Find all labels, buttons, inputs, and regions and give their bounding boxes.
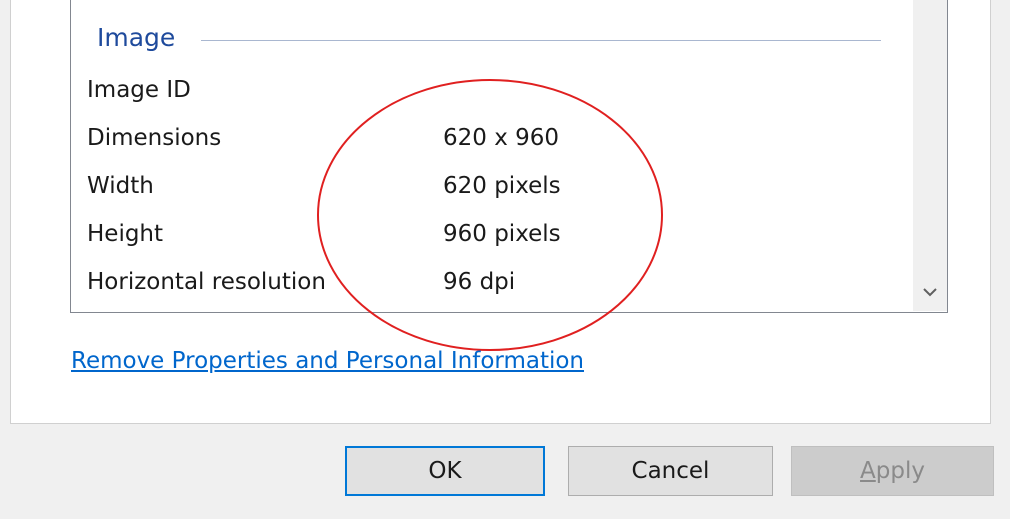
scroll-down-button[interactable] xyxy=(913,277,947,307)
property-value: 620 x 960 xyxy=(443,125,560,151)
property-name: Horizontal resolution xyxy=(87,269,326,295)
cancel-button[interactable]: Cancel xyxy=(568,446,773,496)
vertical-scrollbar[interactable] xyxy=(913,0,947,311)
property-value: 96 dpi xyxy=(443,269,516,295)
section-divider xyxy=(201,40,881,41)
property-name: Width xyxy=(87,173,154,199)
property-value: 960 pixels xyxy=(443,221,561,247)
apply-button[interactable]: Apply xyxy=(791,446,994,496)
properties-dialog-details: Image Image ID Dimensions 620 x 960 Widt… xyxy=(0,0,1010,519)
ok-button[interactable]: OK xyxy=(345,446,545,496)
property-name: Dimensions xyxy=(87,125,222,151)
property-row-width[interactable]: Width 620 pixels xyxy=(87,166,857,206)
property-row-height[interactable]: Height 960 pixels xyxy=(87,214,857,254)
section-title: Image xyxy=(97,23,176,52)
apply-label-rest: pply xyxy=(875,458,925,484)
property-row-horizontal-resolution[interactable]: Horizontal resolution 96 dpi xyxy=(87,262,857,302)
property-name: Height xyxy=(87,221,164,247)
apply-accelerator-key: A xyxy=(860,458,876,484)
remove-properties-link[interactable]: Remove Properties and Personal Informati… xyxy=(71,345,584,377)
property-row-dimensions[interactable]: Dimensions 620 x 960 xyxy=(87,118,857,158)
property-name: Image ID xyxy=(87,77,191,103)
chevron-down-icon xyxy=(923,288,937,297)
property-row-image-id[interactable]: Image ID xyxy=(87,70,857,110)
section-header-image: Image xyxy=(97,18,881,58)
property-value: 620 pixels xyxy=(443,173,561,199)
property-list[interactable]: Image Image ID Dimensions 620 x 960 Widt… xyxy=(70,0,948,313)
